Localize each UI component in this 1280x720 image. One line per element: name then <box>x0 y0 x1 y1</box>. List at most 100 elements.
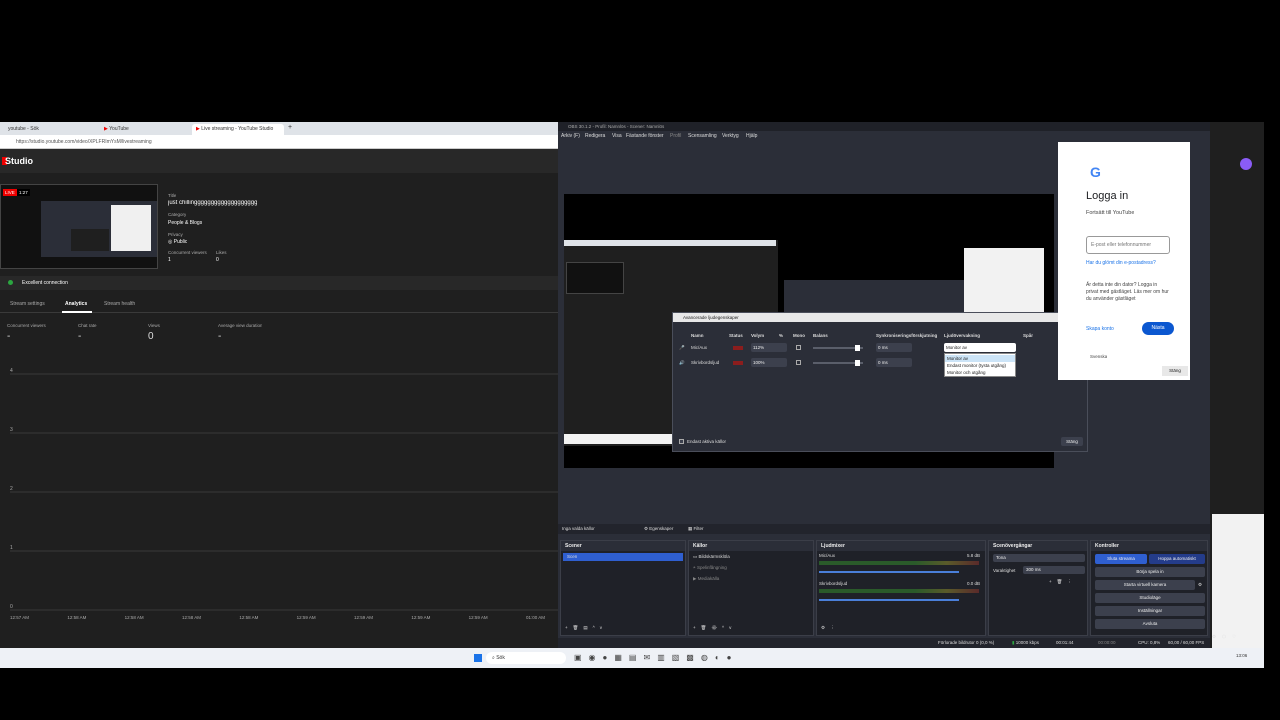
exit-button[interactable]: Avsluta <box>1095 619 1205 629</box>
language-select[interactable]: Svenska <box>1090 354 1107 359</box>
obs-statusbar: Förlorade bildrutor 0 (0,0 %) ▮ 10000 kb… <box>558 638 1210 648</box>
source-item[interactable]: ▭ Bildskärmsklöla <box>693 554 730 560</box>
bitrate-value: 10000 kbps <box>1015 640 1040 645</box>
tab-stream-health[interactable]: Stream health <box>104 301 135 307</box>
menu-profile[interactable]: Profil <box>670 133 681 139</box>
mono-checkbox[interactable] <box>796 345 801 350</box>
auto-switch-button[interactable]: Hoppa automatiskt <box>1149 554 1205 564</box>
title-label: Title <box>168 193 177 198</box>
dropdown-option[interactable]: Monitor och utgång <box>945 369 1015 376</box>
menu-view[interactable]: Visa <box>612 133 622 139</box>
tab-stream-settings[interactable]: Stream settings <box>10 301 45 307</box>
tab-youtube[interactable]: ▶ YouTube <box>100 124 188 135</box>
transition-toolbar[interactable]: +🗑⋮ <box>1049 579 1077 585</box>
source-toolbar-buttons[interactable]: +🗑⚙^v <box>693 625 736 631</box>
stat-value: 0 <box>148 331 154 342</box>
address-bar[interactable]: https://studio.youtube.com/video/XPLFRIm… <box>0 135 558 149</box>
virtual-camera-button[interactable]: Starta virtuell kamera <box>1095 580 1195 590</box>
stop-streaming-button[interactable]: Sluta streama <box>1095 554 1147 564</box>
properties-button[interactable]: ⚙ Egenskaper <box>644 526 673 532</box>
sync-spinbox[interactable]: 0 ms <box>876 343 912 352</box>
transition-select[interactable]: Tona <box>993 554 1085 562</box>
studio-mode-button[interactable]: Studioläge <box>1095 593 1205 603</box>
tab-bar: youtube - Sök ▶ YouTube ▶ Live streaming… <box>0 122 558 135</box>
menu-scenecollection[interactable]: Scensamling <box>688 133 717 139</box>
dropdown-option[interactable]: Monitor av <box>945 355 1015 362</box>
header-status: Status <box>729 333 743 338</box>
monitoring-select[interactable]: Monitor av <box>944 343 1016 352</box>
settings-button[interactable]: Inställningar <box>1095 606 1205 616</box>
menu-help[interactable]: Hjälp <box>746 133 757 139</box>
tab-search[interactable]: youtube - Sök <box>4 124 96 135</box>
create-account-link[interactable]: Skapa konto <box>1086 326 1114 332</box>
header-monitoring: Ljudövervakning <box>944 333 981 338</box>
avatar[interactable] <box>1240 158 1252 170</box>
dropdown-option[interactable]: Endast monitor (tysta utgång) <box>945 362 1015 369</box>
y-tick-label: 0 <box>10 604 13 610</box>
mixer-channel-db: 0.0 dB <box>967 581 981 586</box>
only-active-checkbox[interactable] <box>679 439 684 444</box>
header-percent: % <box>779 333 784 338</box>
windows-start-icon[interactable] <box>474 654 482 662</box>
email-field[interactable] <box>1086 236 1170 254</box>
mixer-volume-slider[interactable] <box>819 571 959 573</box>
source-name: Skrivbordsljud <box>691 360 720 365</box>
bitrate: ▮ 10000 kbps <box>1012 640 1039 646</box>
y-tick-label: 1 <box>10 545 13 551</box>
status-indicator <box>733 346 743 350</box>
mixer-volume-slider[interactable] <box>819 599 959 601</box>
tab-studio[interactable]: ▶ Live streaming - YouTube Studio <box>192 124 284 135</box>
duration-label: Varaktighet <box>993 568 1016 573</box>
close-button[interactable]: Stäng <box>1162 366 1188 376</box>
menu-docks[interactable]: Fästande fönster <box>626 133 664 139</box>
tab-analytics[interactable]: Analytics <box>65 301 87 307</box>
filters-button[interactable]: ▦ Filter <box>688 526 704 532</box>
new-tab-icon[interactable]: + <box>288 124 292 131</box>
mixer-channel-db: 5.8 dB <box>967 553 981 558</box>
viewers-chart: 4 3 2 1 0 12:57 AM 12:58 AM 12:58 AM 12:58 AM 12:… <box>10 368 558 620</box>
clock: 13:06 <box>1236 653 1248 658</box>
menu-file[interactable]: Arkiv (F) <box>561 133 580 139</box>
balance-slider[interactable] <box>813 345 863 351</box>
privacy-value: ◎ Public <box>168 239 187 245</box>
live-time: 1:27 <box>17 189 30 196</box>
y-tick-label: 3 <box>10 427 13 433</box>
scenes-title: Scener <box>561 541 685 551</box>
sync-spinbox[interactable]: 0 ms <box>876 358 912 367</box>
fps: 60,00 / 60,00 FPS <box>1168 640 1205 645</box>
x-tick-label: 12:58 AM <box>125 615 144 620</box>
mono-checkbox[interactable] <box>796 360 801 365</box>
y-tick-label: 2 <box>10 486 13 492</box>
source-item[interactable]: ◓ Spelinfångning <box>693 565 727 570</box>
x-tick-label: 12:58 AM <box>182 615 201 620</box>
side-panel <box>1212 514 1264 648</box>
transitions-dock: Scenövergångar Tona Varaktighet 300 ms +… <box>988 540 1088 636</box>
header-sync: Synkroniseringsförskjutning <box>876 333 938 338</box>
transitions-title: Scenövergångar <box>989 541 1087 551</box>
search-label: Sök <box>496 655 505 661</box>
scene-toolbar[interactable]: +🗑▤^v <box>565 625 607 631</box>
likes-label: Likes <box>216 250 227 255</box>
balance-slider[interactable] <box>813 360 863 366</box>
scene-item[interactable]: Scen <box>563 553 683 561</box>
menu-edit[interactable]: Redigera <box>585 133 605 139</box>
next-button[interactable]: Nästa <box>1142 322 1174 335</box>
taskbar-search[interactable]: ⌕ Sök <box>486 652 566 664</box>
volume-spinbox[interactable]: 112% <box>751 343 787 352</box>
header-mono: Mono <box>793 333 805 338</box>
start-recording-button[interactable]: Börja spela in <box>1095 567 1205 577</box>
gear-icon[interactable]: ⚙ <box>1198 582 1202 588</box>
forgot-email-link[interactable]: Har du glömt din e-postadress? <box>1086 260 1156 266</box>
volume-spinbox[interactable]: 100% <box>751 358 787 367</box>
controls-dock: Kontroller Sluta streama Hoppa automatis… <box>1090 540 1208 636</box>
menu-tools[interactable]: Verktyg <box>722 133 739 139</box>
mixer-toolbar[interactable]: ⚙⋮ <box>821 625 840 631</box>
close-button[interactable]: Stäng <box>1061 437 1083 446</box>
duration-spinbox[interactable]: 300 ms <box>1023 566 1085 574</box>
side-icons[interactable]: ⚙⬡♡ <box>1212 634 1242 640</box>
sources-title: Källor <box>689 541 813 551</box>
taskbar-apps[interactable]: ▣◉●▦▤✉▥▧▩◍◐● <box>574 653 739 662</box>
studio-title: Studio <box>5 156 33 166</box>
source-item[interactable]: ▶ Mediakälla <box>693 576 719 582</box>
source-label: Bildskärmsklöla <box>698 554 730 559</box>
